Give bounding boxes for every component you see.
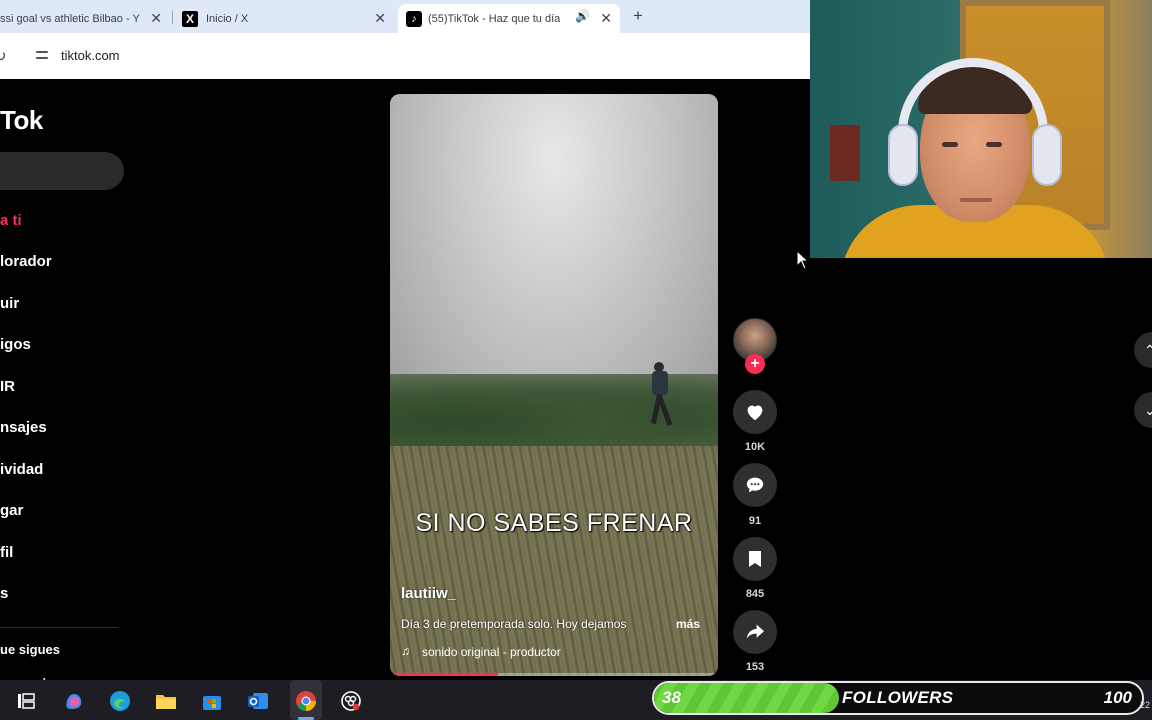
copilot-icon[interactable] <box>63 690 85 712</box>
nav-divider <box>0 627 118 628</box>
tab-title: Inicio / X <box>206 12 249 25</box>
tab-title: (55)TikTok - Haz que tu día <box>428 12 561 25</box>
nav-live[interactable]: IR <box>0 378 15 395</box>
nav-upload[interactable]: gar <box>0 502 23 519</box>
nav-friends[interactable]: igos <box>0 336 31 353</box>
chevron-up-icon: ⌃ <box>1144 341 1152 358</box>
chevron-down-icon: ⌄ <box>1144 401 1152 418</box>
nav-profile[interactable]: fil <box>0 544 13 561</box>
nav-activity[interactable]: ividad <box>0 461 43 478</box>
microsoft-store-icon[interactable] <box>201 690 223 712</box>
webcam-overlay <box>810 0 1152 258</box>
site-settings-icon[interactable] <box>34 47 50 63</box>
nav-explore[interactable]: lorador <box>0 253 52 270</box>
tab-x[interactable]: X Inicio / X ✕ <box>174 4 394 33</box>
outlook-icon[interactable] <box>247 690 269 712</box>
follow-button[interactable]: + <box>745 354 765 374</box>
tiktok-page: Tok a ti lorador uir igos IR nsajes ivid… <box>0 79 810 682</box>
close-tab-icon[interactable]: ✕ <box>600 9 612 27</box>
edge-icon[interactable] <box>109 690 131 712</box>
followers-goal-count: 100 <box>1103 688 1132 707</box>
share-icon <box>746 624 764 639</box>
like-button[interactable] <box>733 390 777 434</box>
mouse-cursor-icon <box>796 250 810 270</box>
nav-for-you[interactable]: a ti <box>0 212 22 229</box>
browser-tab-bar: ssi goal vs athletic Bilbao - Y ✕ X Inic… <box>0 0 810 33</box>
chrome-icon[interactable] <box>295 690 317 712</box>
obs-recording-icon[interactable] <box>340 690 362 712</box>
following-accounts-heading: ue sigues <box>0 642 60 657</box>
save-count: 845 <box>745 588 765 600</box>
heart-icon <box>747 405 763 421</box>
tiktok-logo[interactable]: Tok <box>0 105 43 136</box>
tab-separator <box>172 10 173 24</box>
task-view-icon[interactable] <box>15 690 37 712</box>
share-count: 153 <box>745 661 765 673</box>
followers-current-count: 38 <box>662 688 681 707</box>
comment-button[interactable] <box>733 463 777 507</box>
tab-title: ssi goal vs athletic Bilbao - Y <box>0 12 140 25</box>
screen: ssi goal vs athletic Bilbao - Y ✕ X Inic… <box>0 0 1152 720</box>
followers-goal-bar: 38 FOLLOWERS 100 <box>652 681 1144 715</box>
video-runner <box>648 362 674 432</box>
x-logo-icon: X <box>182 10 198 27</box>
address-bar: ↻ tiktok.com <box>0 33 810 79</box>
comment-icon <box>746 477 764 493</box>
close-tab-icon[interactable]: ✕ <box>374 9 386 27</box>
followers-progress-fill <box>654 683 840 713</box>
tab-tiktok-active[interactable]: ♪ (55)TikTok - Haz que tu día 🔊 ✕ <box>398 4 620 33</box>
speaker-icon[interactable]: 🔊 <box>575 9 590 23</box>
webcam-mouth <box>960 198 992 202</box>
nav-following[interactable]: uir <box>0 295 19 312</box>
file-explorer-icon[interactable] <box>155 690 177 712</box>
share-button[interactable] <box>733 610 777 654</box>
previous-video-button[interactable]: ⌃ <box>1134 332 1152 368</box>
url-text[interactable]: tiktok.com <box>61 48 120 63</box>
video-player[interactable]: SI NO SABES FRENAR lautiiw_ Día 3 de pre… <box>390 94 718 676</box>
video-description: Día 3 de pretemporada solo. Hoy dejamos <box>401 617 627 631</box>
reload-icon[interactable]: ↻ <box>0 47 7 65</box>
tab-youtube[interactable]: ssi goal vs athletic Bilbao - Y ✕ <box>0 4 170 33</box>
video-progress-bar[interactable] <box>390 673 718 676</box>
save-button[interactable] <box>733 537 777 581</box>
video-caption: SI NO SABES FRENAR <box>415 509 693 537</box>
taskbar-clock[interactable]: 22 <box>1140 700 1150 710</box>
video-grass <box>390 446 718 676</box>
new-tab-button[interactable]: + <box>628 6 648 26</box>
more-button[interactable]: más <box>676 617 700 631</box>
followers-label: FOLLOWERS <box>842 688 954 707</box>
close-tab-icon[interactable]: ✕ <box>150 9 162 27</box>
like-count: 10K <box>744 441 766 453</box>
nav-messages[interactable]: nsajes <box>0 419 47 436</box>
comment-count: 91 <box>748 515 762 527</box>
next-video-button[interactable]: ⌄ <box>1134 392 1152 428</box>
video-progress-fill <box>390 673 499 676</box>
music-note-icon: ♫ <box>401 644 410 658</box>
bookmark-icon <box>749 551 761 567</box>
search-input[interactable] <box>0 152 124 190</box>
video-author[interactable]: lautiiw_ <box>401 585 456 602</box>
headphone-earcup <box>1032 124 1062 186</box>
headphone-earcup <box>888 124 918 186</box>
video-sound[interactable]: sonido original - productor <box>422 645 561 659</box>
webcam-background-panel <box>830 125 860 181</box>
tiktok-logo-icon: ♪ <box>406 10 422 27</box>
nav-more[interactable]: s <box>0 585 8 602</box>
